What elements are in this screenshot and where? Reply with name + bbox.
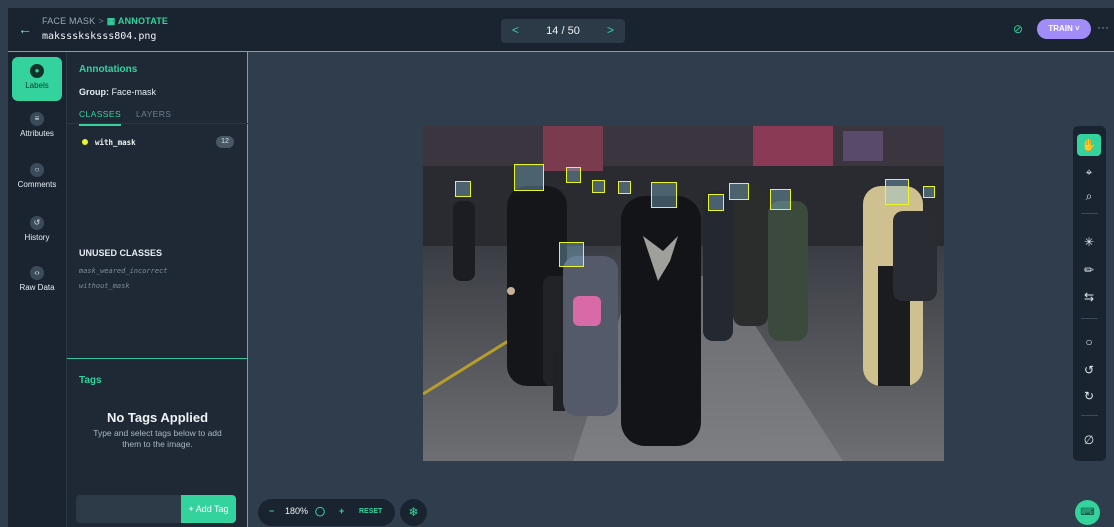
- grid-icon: ▦: [106, 16, 118, 26]
- toolbar-divider: [1081, 213, 1098, 214]
- chevron-down-icon: ˅: [1075, 24, 1080, 33]
- redo-icon[interactable]: ↻: [1077, 385, 1101, 407]
- bounding-box-with-mask[interactable]: [514, 164, 544, 191]
- bounding-box-with-mask[interactable]: [885, 179, 909, 205]
- bounding-box-with-mask[interactable]: [923, 186, 935, 198]
- bounding-box-with-mask[interactable]: [708, 194, 724, 211]
- zoom-reset-button[interactable]: RESET: [359, 508, 382, 515]
- class-count-badge: 12: [216, 136, 234, 148]
- eye-off-icon[interactable]: ⊘: [1013, 22, 1023, 36]
- class-name: with_mask: [95, 138, 136, 147]
- train-button[interactable]: TRAIN ˅: [1037, 19, 1091, 39]
- image-canvas[interactable]: [248, 52, 1114, 527]
- bounding-box-with-mask[interactable]: [566, 167, 581, 183]
- tag-icon: ●: [30, 64, 44, 78]
- history-icon: ↺: [30, 216, 44, 230]
- magic-select-icon[interactable]: ✳: [1077, 231, 1101, 253]
- code-icon: ‹›: [30, 266, 44, 280]
- breadcrumb-separator: >: [98, 16, 104, 26]
- group-key: Group:: [79, 87, 109, 97]
- undo-icon[interactable]: ↺: [1077, 359, 1101, 381]
- hand-tool-icon[interactable]: ✋: [1077, 134, 1101, 156]
- unlock-icon[interactable]: ◯: [315, 506, 325, 517]
- zoom-controls: − 180% ◯ + RESET: [258, 499, 395, 526]
- panel-divider: [67, 358, 248, 359]
- ellipsis-icon[interactable]: ···: [1097, 20, 1109, 34]
- bounding-box-tool-icon[interactable]: ⌖: [1077, 161, 1101, 183]
- rail-item-history[interactable]: ↺ History: [12, 216, 62, 242]
- keyboard-icon[interactable]: ⌨: [1075, 500, 1100, 525]
- top-bar: ← FACE MASK > ▦ ANNOTATE maksssksksss804.p…: [8, 8, 1114, 52]
- image-pager: < 14 / 50 >: [501, 19, 625, 43]
- rail-item-comments[interactable]: ○ Comments: [12, 163, 62, 189]
- rail-item-labels[interactable]: ● Labels: [12, 57, 62, 101]
- unused-classes-title: UNUSED CLASSES: [79, 248, 163, 258]
- annotated-photo: [423, 126, 944, 461]
- breadcrumb-project[interactable]: FACE MASK: [42, 16, 95, 26]
- snowflake-icon[interactable]: ❄: [400, 499, 427, 526]
- bounding-box-with-mask[interactable]: [455, 181, 471, 197]
- comment-tool-icon[interactable]: ○: [1077, 331, 1101, 353]
- arrow-left-icon[interactable]: ←: [18, 21, 32, 37]
- bounding-box-with-mask[interactable]: [651, 182, 677, 208]
- smart-tool-icon[interactable]: ✏: [1077, 259, 1101, 281]
- tag-input[interactable]: [76, 495, 181, 523]
- rail-item-label: History: [24, 233, 50, 242]
- breadcrumb: FACE MASK > ▦ ANNOTATE: [42, 16, 168, 27]
- bounding-box-with-mask[interactable]: [618, 181, 631, 194]
- bounding-box-with-mask[interactable]: [592, 180, 605, 193]
- list-icon: ≡: [30, 112, 44, 126]
- unused-class-item[interactable]: without_mask: [79, 282, 130, 290]
- tab-divider: [67, 123, 248, 124]
- panel-title: Annotations: [79, 64, 138, 75]
- zoom-out-button[interactable]: −: [269, 506, 274, 516]
- polygon-tool-icon[interactable]: ⌕: [1077, 185, 1101, 207]
- group-label: Group: Face-mask: [79, 87, 156, 97]
- annotation-app: ← FACE MASK > ▦ ANNOTATE maksssksksss804.p…: [0, 0, 1114, 527]
- zoom-in-button[interactable]: +: [339, 506, 344, 516]
- annotations-panel: Annotations Group: Face-mask CLASSES LAY…: [66, 52, 248, 527]
- tool-palette: ✋ ⌖ ⌕ ✳ ✏ ⇆ ○ ↺ ↻ ∅: [1073, 126, 1106, 461]
- rail-item-raw-data[interactable]: ‹› Raw Data: [12, 266, 62, 292]
- toolbar-divider: [1081, 318, 1098, 319]
- rail-item-label: Raw Data: [19, 283, 55, 292]
- class-row-with-mask[interactable]: with_mask 12: [79, 136, 234, 151]
- toolbar-divider: [1081, 415, 1098, 416]
- add-tag-button[interactable]: + Add Tag: [181, 495, 236, 523]
- tab-layers[interactable]: LAYERS: [136, 109, 171, 119]
- bounding-box-with-mask[interactable]: [559, 242, 584, 267]
- bounding-box-with-mask[interactable]: [770, 189, 791, 210]
- train-label: TRAIN: [1048, 24, 1073, 33]
- rail-item-label: Attributes: [20, 129, 54, 138]
- null-annotation-icon[interactable]: ∅: [1077, 429, 1101, 451]
- crowd-photo-illustration: [423, 126, 944, 461]
- left-rail: ● Labels ≡ Attributes ○ Comments ↺ Histo…: [8, 52, 66, 527]
- breadcrumb-section: ANNOTATE: [117, 16, 169, 26]
- file-name: maksssksksss804.png: [42, 31, 157, 42]
- comment-icon: ○: [30, 163, 44, 177]
- next-image-button[interactable]: >: [607, 23, 614, 37]
- repeat-icon[interactable]: ⇆: [1077, 286, 1101, 308]
- rail-item-label: Labels: [25, 81, 49, 90]
- no-tags-title: No Tags Applied: [106, 410, 209, 425]
- unused-class-item[interactable]: mask_weared_incorrect: [79, 267, 168, 275]
- rail-item-label: Comments: [17, 180, 57, 189]
- class-color-dot: [82, 139, 88, 145]
- bounding-box-with-mask[interactable]: [729, 183, 749, 200]
- no-tags-subtitle: Type and select tags below to add them t…: [93, 428, 222, 449]
- group-value: Face-mask: [111, 87, 157, 97]
- tags-title: Tags: [79, 375, 102, 386]
- rail-item-attributes[interactable]: ≡ Attributes: [12, 112, 62, 138]
- zoom-level: 180%: [285, 506, 309, 516]
